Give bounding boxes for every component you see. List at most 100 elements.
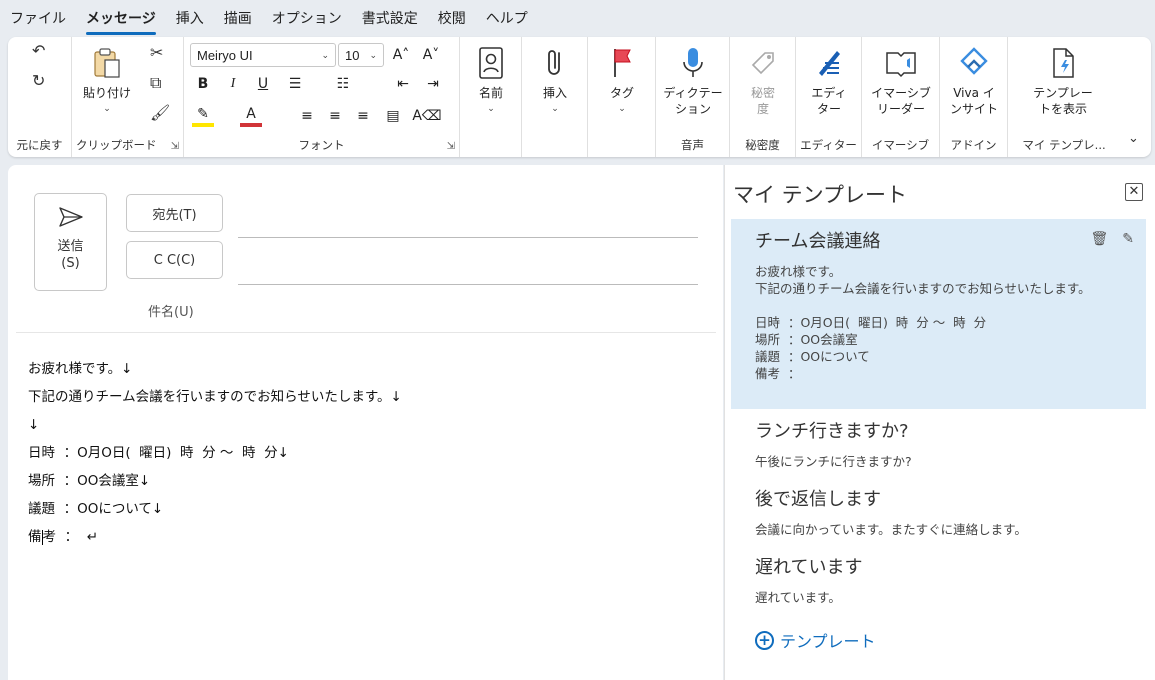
send-label-2: (S) [61,256,80,271]
bullets-icon[interactable]: ☰ [284,73,306,95]
flag-icon [614,49,631,77]
sensitivity-button[interactable]: 秘密 度 [738,45,788,117]
menu-format[interactable]: 書式設定 [362,6,418,30]
editor-pen-icon [819,51,840,76]
insert-button[interactable]: 挿入 ⌄ [532,45,578,117]
template-body: 遅れています。 [755,590,841,605]
microphone-icon [683,48,703,77]
dictation-label-2: ション [674,102,711,116]
viva-insights-button[interactable]: Viva イ ンサイト [946,45,1002,117]
align-right-icon[interactable]: ≡ [352,105,374,127]
to-button[interactable]: 宛先(T) [126,194,223,232]
view-templates-button[interactable]: テンプレー トを表示 [1028,45,1098,117]
clipboard-launcher-icon[interactable]: ⇲ [171,141,179,152]
menu-help[interactable]: ヘルプ [486,6,528,30]
font-color-icon[interactable]: A [240,105,262,127]
template-title: チーム会議連絡 [755,231,881,252]
undo-group: ↶ ↻ 元に戻す [8,37,72,157]
redo-icon[interactable]: ↻ [32,71,45,90]
ribbon-expand-chevron-icon[interactable]: ⌄ [1128,131,1139,146]
dictation-button[interactable]: ディクテー ション [661,45,725,117]
cut-icon[interactable]: ✂ [150,43,163,62]
underline-icon[interactable]: U [252,73,274,95]
tag-button[interactable]: タグ ⌄ [598,45,646,117]
immersive-group: イマーシブ リーダー イマーシブ [862,37,940,157]
font-size-select[interactable]: 10 ⌄ [338,43,384,67]
menu-insert[interactable]: 挿入 [176,6,204,30]
template-actions: 🗑 ✎ [1090,231,1134,247]
font-launcher-icon[interactable]: ⇲ [447,141,455,152]
chevron-down-icon: ⌄ [321,49,329,60]
trash-icon[interactable]: 🗑 [1090,231,1108,247]
body-line: 日時 ：O月O日( 曜日) 時 分 ～ 時 分↓ [28,445,289,461]
chevron-down-icon: ⌄ [487,104,495,114]
editor-label-1: エディ [811,86,847,100]
sensitivity-label-1: 秘密 [750,86,775,100]
line-spacing-icon[interactable]: ▤ [382,105,404,127]
cc-field[interactable] [238,284,698,285]
tag-group: タグ ⌄ [588,37,656,157]
bold-icon[interactable]: B [192,73,214,95]
add-template-button[interactable]: + テンプレート [755,628,876,652]
address-book-icon [479,47,503,79]
template-doc-icon [1053,48,1074,78]
to-field[interactable] [238,237,698,238]
send-button[interactable]: 送信 (S) [34,193,107,291]
pane-title: マイ テンプレート [733,183,908,207]
insert-group: 挿入 ⌄ [522,37,588,157]
increase-indent-icon[interactable]: ⇥ [422,73,444,95]
font-face-select[interactable]: Meiryo UI ⌄ [190,43,336,67]
menu-draw[interactable]: 描画 [224,6,252,30]
names-label: 名前 [478,86,503,100]
undo-icon[interactable]: ↶ [32,41,45,60]
template-item[interactable]: 後で返信します 会議に向かっています。またすぐに連絡します。 [731,479,1146,545]
my-templates-pane: マイ テンプレート ✕ チーム会議連絡 🗑 ✎ お疲れ様です。 下記の通りチーム… [724,165,1155,680]
addin-group: Viva イ ンサイト アドイン [940,37,1008,157]
align-center-icon[interactable]: ≡ [324,105,346,127]
body-text-part: 備 [28,529,42,545]
menu-message[interactable]: メッセージ [86,6,156,35]
menu-review[interactable]: 校閲 [438,6,466,30]
editor-label-2: ター [816,102,841,116]
add-icon: + [755,630,774,650]
shrink-font-icon[interactable]: A˅ [420,44,442,66]
templates-label-1: テンプレー [1033,86,1093,100]
edit-icon[interactable]: ✎ [1122,231,1134,247]
body-line: 下記の通りチーム会議を行いますのでお知らせいたします。↓ [28,389,402,405]
editor-group-label: エディター [800,138,857,152]
clear-format-icon[interactable]: A⌫ [412,105,441,127]
chevron-down-icon: ⌄ [551,104,559,114]
copy-icon[interactable]: ⧉ [150,73,161,93]
numbering-icon[interactable]: ☷ [332,73,354,95]
menu-options[interactable]: オプション [272,6,342,30]
clipboard-group: 貼り付け ⌄ ✂ ⧉ 🖌 クリップボード ⇲ [72,37,184,157]
format-painter-icon[interactable]: 🖌 [150,103,170,122]
italic-icon[interactable]: I [222,73,244,95]
editor-button[interactable]: エディ ター [804,45,854,117]
immersive-reader-button[interactable]: イマーシブ リーダー [868,45,934,117]
cc-button[interactable]: C C(C) [126,241,223,279]
menu-file[interactable]: ファイル [10,6,66,30]
names-button[interactable]: 名前 ⌄ [468,45,514,117]
clipboard-group-label: クリップボード [76,138,157,152]
message-body[interactable]: お疲れ様です。↓ 下記の通りチーム会議を行いますのでお知らせいたします。↓ ↓ … [28,355,402,551]
template-item-selected[interactable]: チーム会議連絡 🗑 ✎ お疲れ様です。 下記の通りチーム会議を行いますのでお知ら… [731,219,1146,409]
immersive-label-1: イマーシブ [871,86,931,100]
insert-label: 挿入 [542,86,567,100]
grow-font-icon[interactable]: A˄ [390,44,412,66]
template-item[interactable]: 遅れています 遅れています。 [731,547,1146,613]
ribbon: ↶ ↻ 元に戻す 貼り付け ⌄ ✂ ⧉ 🖌 クリップボード ⇲ Meiryo U… [8,37,1151,157]
menu-bar: ファイル メッセージ 挿入 描画 オプション 書式設定 校閲 ヘルプ [0,0,1155,36]
paste-button[interactable]: 貼り付け ⌄ [82,45,132,117]
decrease-indent-icon[interactable]: ⇤ [392,73,414,95]
template-item[interactable]: ランチ行きますか? 午後にランチに行きますか? [731,411,1146,477]
paste-dropdown-icon[interactable]: ⌄ [103,101,111,117]
highlight-icon[interactable]: ✎ [192,105,214,127]
align-left-icon[interactable]: ≡ [296,105,318,127]
sensitivity-label-2: 度 [756,102,769,116]
close-icon[interactable]: ✕ [1125,183,1143,201]
editor-group: エディ ター エディター [796,37,862,157]
templates-label-2: トを表示 [1038,102,1087,116]
body-line: 議題 ：OOについて↓ [28,501,164,517]
subject-label[interactable]: 件名(U) [148,301,194,320]
